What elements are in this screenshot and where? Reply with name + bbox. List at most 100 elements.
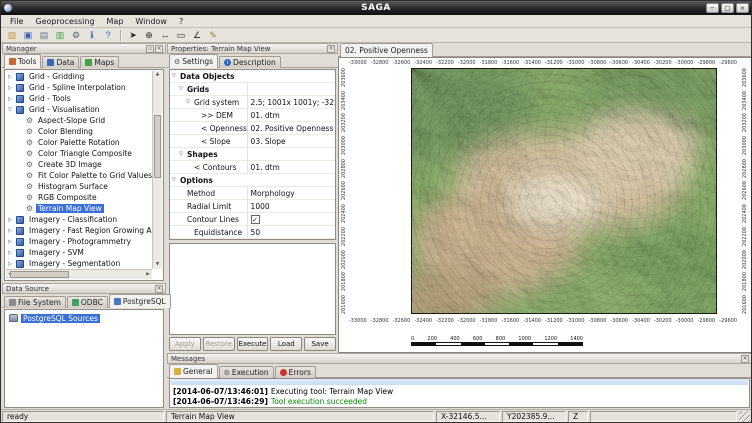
manager-tab-tools[interactable]: Tools [4, 54, 41, 68]
maximize-button[interactable]: □ [721, 3, 734, 13]
tree-item-imagery-fast-region-growing-al[interactable]: ▷Imagery - Fast Region Growing Al [6, 225, 152, 236]
property-row-contour-lines[interactable]: Contour Lines✓ [170, 213, 335, 226]
terrain-map[interactable] [411, 68, 717, 314]
minimize-button[interactable]: − [706, 3, 719, 13]
expander-icon[interactable]: ▽ [179, 151, 187, 157]
expander-icon[interactable]: ▽ [172, 177, 180, 183]
pan-icon[interactable]: ↔ [157, 28, 173, 42]
property-value[interactable] [248, 83, 335, 95]
expander-icon[interactable]: ▷ [8, 250, 16, 256]
messages-tab-execution[interactable]: ⚙Execution [219, 366, 274, 378]
apply-button[interactable]: Apply [169, 337, 201, 351]
execute-button[interactable]: Execute [237, 337, 269, 351]
property-row-slope[interactable]: < Slope03. Slope [170, 135, 335, 148]
map-tab-positive-openness[interactable]: 02. Positive Openness [340, 43, 433, 57]
tree-item-imagery-classification[interactable]: ▷Imagery - Classification [6, 214, 152, 225]
measure-icon[interactable]: ∠ [189, 28, 205, 42]
property-row-equidistance[interactable]: Equidistance50 [170, 226, 335, 239]
save-button[interactable]: Save [304, 337, 336, 351]
messages-tab-general[interactable]: General [169, 364, 218, 378]
menu-item-[interactable]: ? [173, 15, 189, 27]
property-row-grid-system[interactable]: ▽Grid system2.5; 1001x 1001y; -32500... [170, 96, 335, 109]
expander-icon[interactable]: ▽ [8, 107, 16, 113]
property-value[interactable]: 2.5; 1001x 1001y; -32500... [248, 96, 335, 108]
tree-item-fit-color-palette-to-grid-values[interactable]: ⚙Fit Color Palette to Grid Values [6, 170, 152, 181]
property-value[interactable]: 01. dtm [248, 161, 335, 173]
tree-item-color-triangle-composite[interactable]: ⚙Color Triangle Composite [6, 148, 152, 159]
scroll-down-icon[interactable]: ▼ [153, 261, 162, 269]
info-icon[interactable]: ℹ [84, 28, 100, 42]
expander-icon[interactable]: ▽ [186, 99, 194, 105]
datasource-tab-file-system[interactable]: File System [4, 296, 66, 308]
tree-item-color-palette-rotation[interactable]: ⚙Color Palette Rotation [6, 137, 152, 148]
tree-item-histogram-surface[interactable]: ⚙Histogram Surface [6, 181, 152, 192]
expander-icon[interactable]: ▷ [8, 228, 16, 234]
tree-item-imagery-segmentation[interactable]: ▷Imagery - Segmentation [6, 258, 152, 269]
manager-undock-icon[interactable]: ▫ [146, 45, 154, 53]
property-value[interactable]: 50 [248, 226, 335, 238]
tree-item-color-blending[interactable]: ⚙Color Blending [6, 126, 152, 137]
manager-tab-data[interactable]: Data [42, 56, 79, 68]
zoom-icon[interactable]: ⊕ [141, 28, 157, 42]
tree-item-aspect-slope-grid[interactable]: ⚙Aspect-Slope Grid [6, 115, 152, 126]
title-bar[interactable]: SAGA −□× [1, 1, 751, 15]
expander-icon[interactable]: ▷ [8, 74, 16, 80]
copy-icon[interactable]: ▥ [52, 28, 68, 42]
tree-item-terrain-map-view[interactable]: ⚙Terrain Map View [6, 203, 152, 214]
scroll-thumb[interactable] [154, 115, 161, 178]
map-canvas[interactable]: -33000-32800-32600-32400-32200-32000-318… [338, 57, 752, 353]
property-row-method[interactable]: MethodMorphology [170, 187, 335, 200]
tree-horizontal-scrollbar[interactable]: ◀ ▶ [6, 269, 152, 279]
expander-icon[interactable]: ▷ [8, 217, 16, 223]
datasource-close-icon[interactable]: ✕ [155, 285, 163, 293]
expander-icon[interactable]: ▷ [8, 85, 16, 91]
open-file-icon[interactable]: ▨ [4, 28, 20, 42]
properties-close-icon[interactable]: ✕ [327, 45, 335, 53]
scroll-right-icon[interactable]: ▶ [144, 270, 152, 279]
select-region-icon[interactable]: ▭ [173, 28, 189, 42]
scroll-up-icon[interactable]: ▲ [153, 71, 162, 79]
manager-close-icon[interactable]: ✕ [155, 45, 163, 53]
property-value[interactable]: 02. Positive Openness [248, 122, 335, 134]
close-button[interactable]: × [736, 3, 749, 13]
load-button[interactable]: Load [270, 337, 302, 351]
property-row-grids[interactable]: ▽Grids [170, 83, 335, 96]
property-row-radial-limit[interactable]: Radial Limit1000 [170, 200, 335, 213]
property-row-dem[interactable]: >> DEM01. dtm [170, 109, 335, 122]
tree-item-rgb-composite[interactable]: ⚙RGB Composite [6, 192, 152, 203]
tree-item-imagery-photogrammetry[interactable]: ▷Imagery - Photogrammetry [6, 236, 152, 247]
property-row-shapes[interactable]: ▽Shapes [170, 148, 335, 161]
property-value[interactable]: 1000 [248, 200, 335, 212]
datasource-tab-postgresql[interactable]: PostgreSQL [109, 294, 171, 308]
messages-close-icon[interactable]: ✕ [741, 355, 749, 363]
tree-item-grid-visualisation[interactable]: ▽Grid - Visualisation [6, 104, 152, 115]
tree-vertical-scrollbar[interactable]: ▲ ▼ [152, 71, 162, 269]
datasource-tab-odbc[interactable]: ODBC [67, 296, 108, 308]
property-value[interactable]: 01. dtm [248, 109, 335, 121]
contour-lines-checkbox[interactable]: ✓ [251, 215, 260, 224]
save-icon[interactable]: ▣ [20, 28, 36, 42]
properties-tab-description[interactable]: iDescription [219, 56, 281, 68]
datasource-item-postgresql-sources[interactable]: PostgreSQL Sources [5, 312, 163, 324]
tree-item-imagery-svm[interactable]: ▷Imagery - SVM [6, 247, 152, 258]
properties-tab-settings[interactable]: ⚙Settings [169, 54, 218, 68]
property-value[interactable]: ✓ [248, 213, 335, 225]
print-icon[interactable]: ▤ [36, 28, 52, 42]
messages-tab-errors[interactable]: Errors [275, 366, 316, 378]
expander-icon[interactable]: ▷ [8, 261, 16, 267]
manager-tab-maps[interactable]: Maps [80, 56, 119, 68]
property-value[interactable]: 03. Slope [248, 135, 335, 147]
expander-icon[interactable]: ▽ [172, 73, 180, 79]
tree-item-grid-spline-interpolation[interactable]: ▷Grid - Spline Interpolation [6, 82, 152, 93]
menu-item-map[interactable]: Map [101, 15, 130, 27]
resize-grip[interactable] [739, 411, 750, 422]
property-value[interactable]: Morphology [248, 187, 335, 199]
property-row-options[interactable]: ▽Options [170, 174, 335, 187]
log-selected-row[interactable] [171, 378, 748, 385]
expander-icon[interactable]: ▷ [8, 239, 16, 245]
help-icon[interactable]: ? [100, 28, 116, 42]
menu-item-geoprocessing[interactable]: Geoprocessing [29, 15, 100, 27]
tree-item-grid-gridding[interactable]: ▷Grid - Gridding [6, 71, 152, 82]
draw-icon[interactable]: ✎ [205, 28, 221, 42]
property-row-contours[interactable]: < Contours01. dtm [170, 161, 335, 174]
